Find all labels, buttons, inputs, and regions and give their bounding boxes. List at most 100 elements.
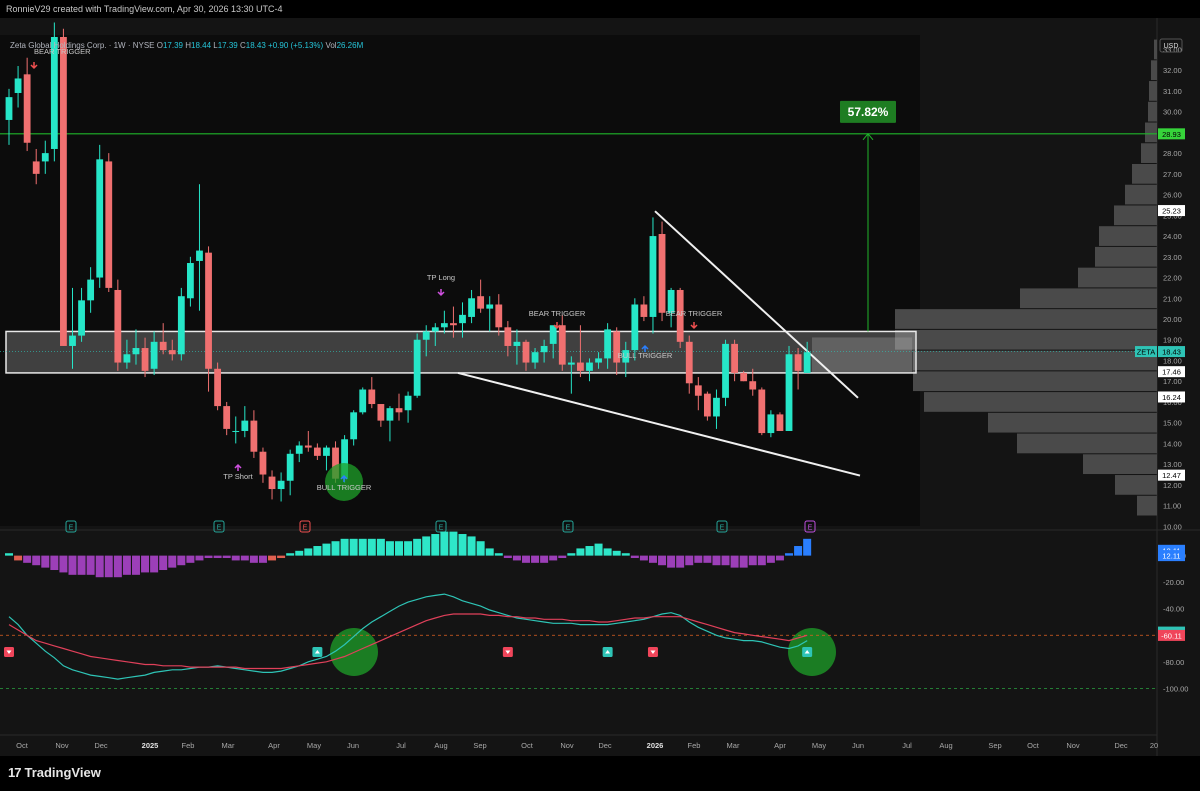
- candle-body: [60, 37, 67, 346]
- candle-body: [658, 233, 666, 313]
- candle-body: [168, 350, 176, 355]
- price-axis-tick: 21.00: [1163, 294, 1182, 303]
- candle-body: [386, 408, 394, 421]
- macd-axis-label: -60.11: [1161, 631, 1182, 640]
- macd-histogram-bar: [340, 538, 349, 556]
- macd-histogram-bar: [648, 555, 657, 563]
- price-pane-shade: [0, 35, 920, 526]
- macd-histogram-bar: [77, 555, 86, 575]
- volume-profile-bar: [1115, 475, 1157, 495]
- candle-body: [722, 343, 729, 398]
- candle-body: [232, 430, 240, 432]
- time-axis-tick: Mar: [222, 741, 235, 750]
- earnings-label: E: [808, 525, 813, 532]
- macd-histogram-bar: [131, 555, 140, 575]
- candle-body: [604, 329, 612, 359]
- close-value: 18.43: [245, 41, 266, 50]
- macd-axis-tick: -80.00: [1163, 658, 1184, 667]
- macd-histogram-bar: [376, 538, 385, 556]
- price-axis-label: 12.47: [1162, 471, 1181, 480]
- macd-histogram-bar: [313, 546, 322, 556]
- price-axis-tick: 28.00: [1163, 149, 1182, 158]
- candle-body: [486, 304, 494, 309]
- candle-body: [422, 331, 430, 340]
- candle-body: [350, 412, 358, 440]
- volume-profile-bar: [1017, 433, 1157, 454]
- macd-histogram-bar: [775, 555, 784, 561]
- time-axis-tick: Nov: [55, 741, 69, 750]
- change-value: +0.90 (+5.13%): [268, 41, 324, 50]
- candle-body: [522, 341, 530, 363]
- time-axis-tick: Oct: [16, 741, 29, 750]
- macd-histogram-bar: [385, 541, 394, 556]
- candle-body: [504, 327, 512, 346]
- candle-body: [196, 250, 203, 261]
- volume-profile-bar: [895, 309, 1157, 329]
- macd-histogram-bar: [23, 555, 32, 563]
- signal-label: BEAR TRIGGER: [666, 309, 723, 318]
- candle-body: [295, 445, 303, 454]
- chart-canvas[interactable]: 57.82% BEAR TRIGGER TP Long BEAR TRIGGER BUL…: [0, 18, 1200, 756]
- candle-body: [450, 323, 457, 326]
- macd-histogram-bar: [322, 543, 331, 556]
- macd-histogram-bar: [159, 555, 168, 571]
- earnings-label: E: [217, 525, 222, 532]
- candle-body: [767, 414, 775, 434]
- macd-histogram-bar: [703, 555, 712, 563]
- tradingview-logo[interactable]: 17 TradingView: [8, 765, 101, 780]
- macd-histogram-bar: [268, 555, 277, 561]
- macd-histogram-bar: [331, 541, 340, 556]
- candle-body: [150, 341, 158, 369]
- price-axis-tick: 10.00: [1163, 522, 1182, 531]
- volume-profile-bar: [1083, 454, 1157, 475]
- candle-body: [431, 327, 439, 332]
- time-axis-tick: Nov: [1066, 741, 1080, 750]
- volume-profile-bar: [1078, 267, 1157, 288]
- high-value: 18.44: [191, 41, 212, 50]
- time-axis-tick: Mar: [727, 741, 740, 750]
- chart-credit-bar: RonnieV29 created with TradingView.com, …: [0, 0, 1200, 18]
- macd-histogram-bar: [485, 548, 494, 556]
- candle-body: [377, 404, 385, 421]
- volume-profile-bar: [1151, 60, 1157, 81]
- macd-histogram-bar: [603, 548, 612, 556]
- macd-histogram-bar: [549, 555, 558, 561]
- macd-histogram-bar: [440, 531, 449, 556]
- candle-body: [5, 97, 13, 120]
- macd-histogram-bar: [286, 553, 295, 556]
- volume-profile-bar: [1148, 101, 1157, 122]
- macd-histogram-bar: [676, 555, 685, 568]
- candle-body: [87, 279, 95, 301]
- signal-label: BULL TRIGGER: [317, 483, 372, 492]
- earnings-label: E: [439, 525, 444, 532]
- macd-histogram-bar: [186, 555, 195, 563]
- candle-body: [631, 304, 639, 351]
- macd-histogram-bar: [685, 555, 694, 566]
- macd-histogram-bar: [576, 548, 585, 556]
- macd-histogram-bar: [712, 555, 721, 566]
- time-axis-tick: 20: [1150, 741, 1158, 750]
- price-axis-tick: 24.00: [1163, 232, 1182, 241]
- macd-histogram-bar: [204, 555, 213, 559]
- volume-profile-bar: [988, 412, 1157, 433]
- macd-histogram-bar: [449, 531, 458, 556]
- macd-axis-tick: -100.00: [1163, 684, 1188, 693]
- macd-histogram-bar: [558, 555, 567, 559]
- candle-body: [105, 161, 113, 288]
- price-axis-label: 25.23: [1162, 207, 1181, 216]
- macd-histogram-bar: [50, 555, 59, 571]
- candle-body: [78, 300, 85, 336]
- candle-body: [477, 296, 485, 309]
- macd-histogram-bar: [277, 555, 286, 559]
- candle-body: [159, 341, 167, 351]
- symbol-legend: Zeta Global Holdings Corp. · 1W · NYSE O…: [10, 40, 363, 51]
- candle-body: [96, 159, 104, 278]
- price-axis-tick: 30.00: [1163, 108, 1182, 117]
- time-axis-tick: Oct: [1027, 741, 1040, 750]
- macd-histogram-bar: [540, 555, 549, 563]
- macd-histogram-bar: [358, 538, 367, 556]
- candle-body: [286, 453, 294, 481]
- symbol-title[interactable]: Zeta Global Holdings Corp. · 1W · NYSE: [10, 41, 155, 50]
- earnings-label: E: [566, 525, 571, 532]
- volume-profile-bar: [895, 329, 1157, 350]
